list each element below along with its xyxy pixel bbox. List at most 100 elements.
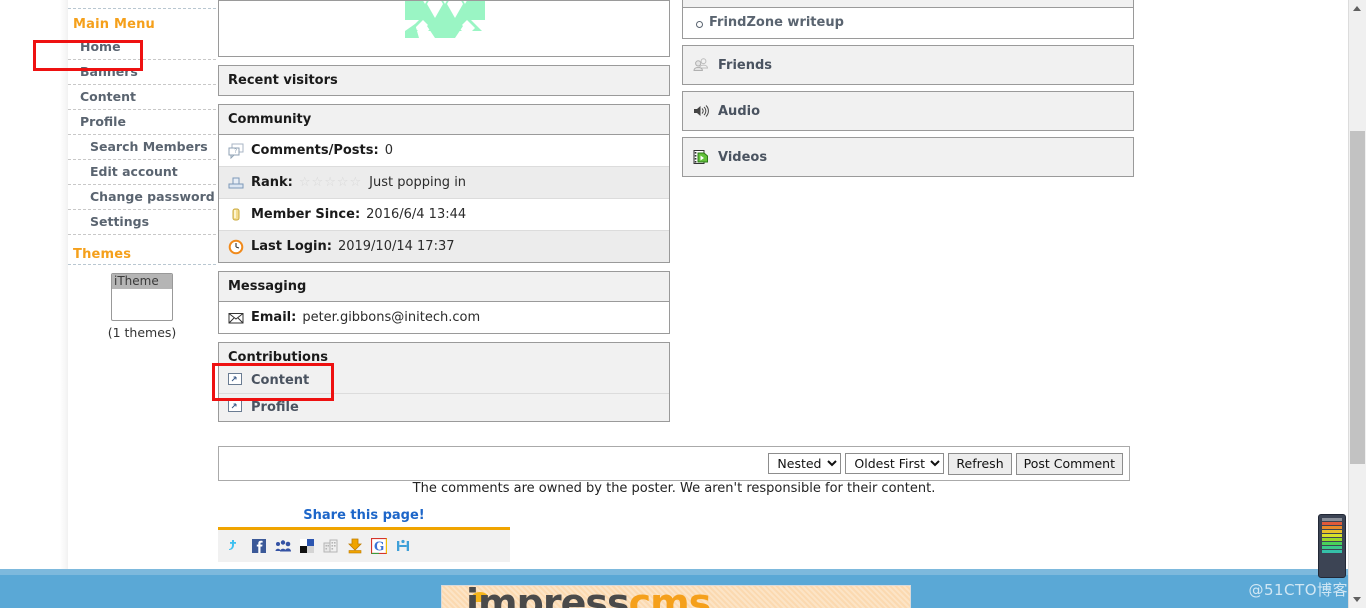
sidebar-link-change-password[interactable]: Change password — [68, 188, 216, 205]
sidebar-item-search-members[interactable]: Search Members — [68, 135, 216, 160]
sidebar-item-content[interactable]: Content — [68, 85, 216, 110]
share-box: Share this page! G — [218, 508, 510, 562]
scrollbar-thumb[interactable] — [1350, 131, 1365, 464]
page-scrollbar[interactable] — [1348, 0, 1366, 608]
sidebar-item-home[interactable]: Home — [68, 35, 216, 60]
messaging-title: Messaging — [219, 272, 669, 302]
google-icon[interactable]: G — [370, 537, 388, 555]
sidebar-link-home[interactable]: Home — [68, 38, 216, 55]
community-title: Community — [219, 105, 669, 135]
sidebar-link-settings[interactable]: Settings — [68, 213, 216, 230]
member-since-icon — [228, 207, 244, 223]
footer-top-edge — [0, 569, 1366, 575]
contributions-item-profile[interactable]: Profile — [219, 394, 669, 420]
contributions-panel: Contributions Content Profile — [218, 342, 670, 422]
writeups-panel-head-clipped — [683, 0, 1133, 8]
comment-view-mode-select[interactable]: Nested — [768, 453, 842, 474]
eq-bar — [1322, 550, 1342, 553]
sidebar-link-edit-account[interactable]: Edit account — [68, 163, 216, 180]
eq-bar — [1322, 526, 1342, 529]
page-root: Main Menu Home Banners Content Profile S… — [0, 0, 1366, 608]
themes-count-label: (1 themes) — [107, 325, 177, 340]
main-menu-list: Home Banners Content Profile Search Memb… — [68, 35, 216, 235]
ad-banner-text-accent: cms — [628, 585, 712, 608]
messaging-panel: Messaging Email: peter.gibbons@initech.c… — [218, 271, 670, 334]
site-watermark: @51CTO博客 — [1248, 581, 1348, 599]
member-since-label: Member Since: — [251, 207, 361, 222]
email-icon — [228, 310, 244, 326]
technorati-icon[interactable] — [323, 538, 339, 554]
content-link-icon — [228, 372, 244, 388]
audio-panel[interactable]: Audio — [682, 91, 1134, 131]
contributions-item-content[interactable]: Content — [219, 367, 669, 394]
contributions-label-profile: Profile — [251, 399, 299, 415]
community-last-login-row: Last Login: 2019/10/14 17:37 — [219, 231, 669, 262]
community-member-since-row: Member Since: 2016/6/4 13:44 — [219, 199, 669, 231]
audio-label: Audio — [718, 103, 761, 119]
theme-option[interactable]: iTheme — [112, 274, 172, 289]
videos-panel-head[interactable]: Videos — [683, 138, 1133, 176]
theme-select[interactable]: iTheme — [111, 273, 173, 321]
last-login-value: 2019/10/14 17:37 — [337, 239, 455, 254]
sidebar-item-change-password[interactable]: Change password — [68, 185, 216, 210]
delicious-icon[interactable] — [299, 538, 315, 554]
community-panel: Community ? Comments/Posts: 0 Rank: ☆☆☆☆… — [218, 104, 670, 263]
email-value: peter.gibbons@initech.com — [302, 310, 481, 325]
main-menu-title: Main Menu — [73, 17, 156, 32]
friends-panel[interactable]: Friends — [682, 45, 1134, 85]
videos-label: Videos — [718, 149, 768, 165]
sidebar-item-edit-account[interactable]: Edit account — [68, 160, 216, 185]
user-avatar-identicon — [405, 1, 485, 56]
comment-sort-select[interactable]: Oldest First — [845, 453, 945, 474]
sidebar-link-search-members[interactable]: Search Members — [68, 138, 216, 155]
eq-bar — [1322, 542, 1342, 545]
post-comment-button[interactable]: Post Comment — [1015, 452, 1123, 475]
friends-panel-head[interactable]: Friends — [683, 46, 1133, 84]
scrollbar-down-arrow[interactable] — [1349, 591, 1366, 608]
email-label: Email: — [251, 310, 297, 325]
comment-disclaimer: The comments are owned by the poster. We… — [412, 481, 936, 496]
comment-toolbar: Nested Oldest First Refresh Post Comment — [218, 446, 1130, 481]
eq-bar — [1322, 546, 1342, 549]
sidebar-item-banners[interactable]: Banners — [68, 60, 216, 85]
eq-bar — [1322, 538, 1342, 541]
left-sidebar: Main Menu Home Banners Content Profile S… — [68, 0, 216, 569]
svg-text:G: G — [374, 540, 384, 554]
member-since-value: 2016/6/4 13:44 — [366, 207, 467, 222]
audio-icon — [693, 103, 709, 119]
share-title: Share this page! — [303, 508, 425, 523]
community-comments-row: ? Comments/Posts: 0 — [219, 135, 669, 167]
eq-bar — [1322, 522, 1342, 525]
rank-stars: ☆☆☆☆☆ — [298, 175, 363, 190]
writeup-list-item[interactable]: FrindZone writeup — [683, 8, 1133, 38]
sidebar-link-profile[interactable]: Profile — [68, 113, 216, 130]
ad-banner-text: impresscms — [466, 585, 712, 608]
mixx-icon[interactable] — [395, 538, 411, 554]
audio-panel-head[interactable]: Audio — [683, 92, 1133, 130]
twitter-icon[interactable] — [227, 538, 243, 554]
facebook-icon[interactable] — [251, 538, 267, 554]
eq-bar — [1322, 518, 1342, 521]
scrollbar-up-arrow[interactable] — [1349, 0, 1366, 17]
sidebar-item-profile[interactable]: Profile — [68, 110, 216, 135]
sidebar-link-banners[interactable]: Banners — [68, 63, 216, 80]
equalizer-widget-icon[interactable] — [1318, 514, 1346, 578]
ad-banner[interactable]: impresscms — [441, 585, 911, 608]
page-left-shadow — [60, 0, 68, 569]
refresh-button[interactable]: Refresh — [948, 452, 1012, 475]
furl-icon[interactable] — [347, 538, 363, 554]
rank-label: Rank: — [251, 175, 293, 190]
eq-bar — [1322, 530, 1342, 533]
themes-title: Themes — [73, 247, 132, 262]
friends-icon — [693, 57, 709, 73]
myspace-icon[interactable] — [275, 538, 291, 554]
videos-panel[interactable]: Videos — [682, 137, 1134, 177]
themes-selector-wrap: iTheme — [68, 265, 216, 321]
avatar-panel — [218, 0, 670, 57]
comments-value: 0 — [384, 143, 393, 158]
sidebar-item-settings[interactable]: Settings — [68, 210, 216, 235]
profile-link-icon — [228, 399, 244, 415]
messaging-email-row: Email: peter.gibbons@initech.com — [219, 302, 669, 333]
right-column: FrindZone writeup Friends Audio Videos — [682, 0, 1134, 183]
sidebar-link-content[interactable]: Content — [68, 88, 216, 105]
